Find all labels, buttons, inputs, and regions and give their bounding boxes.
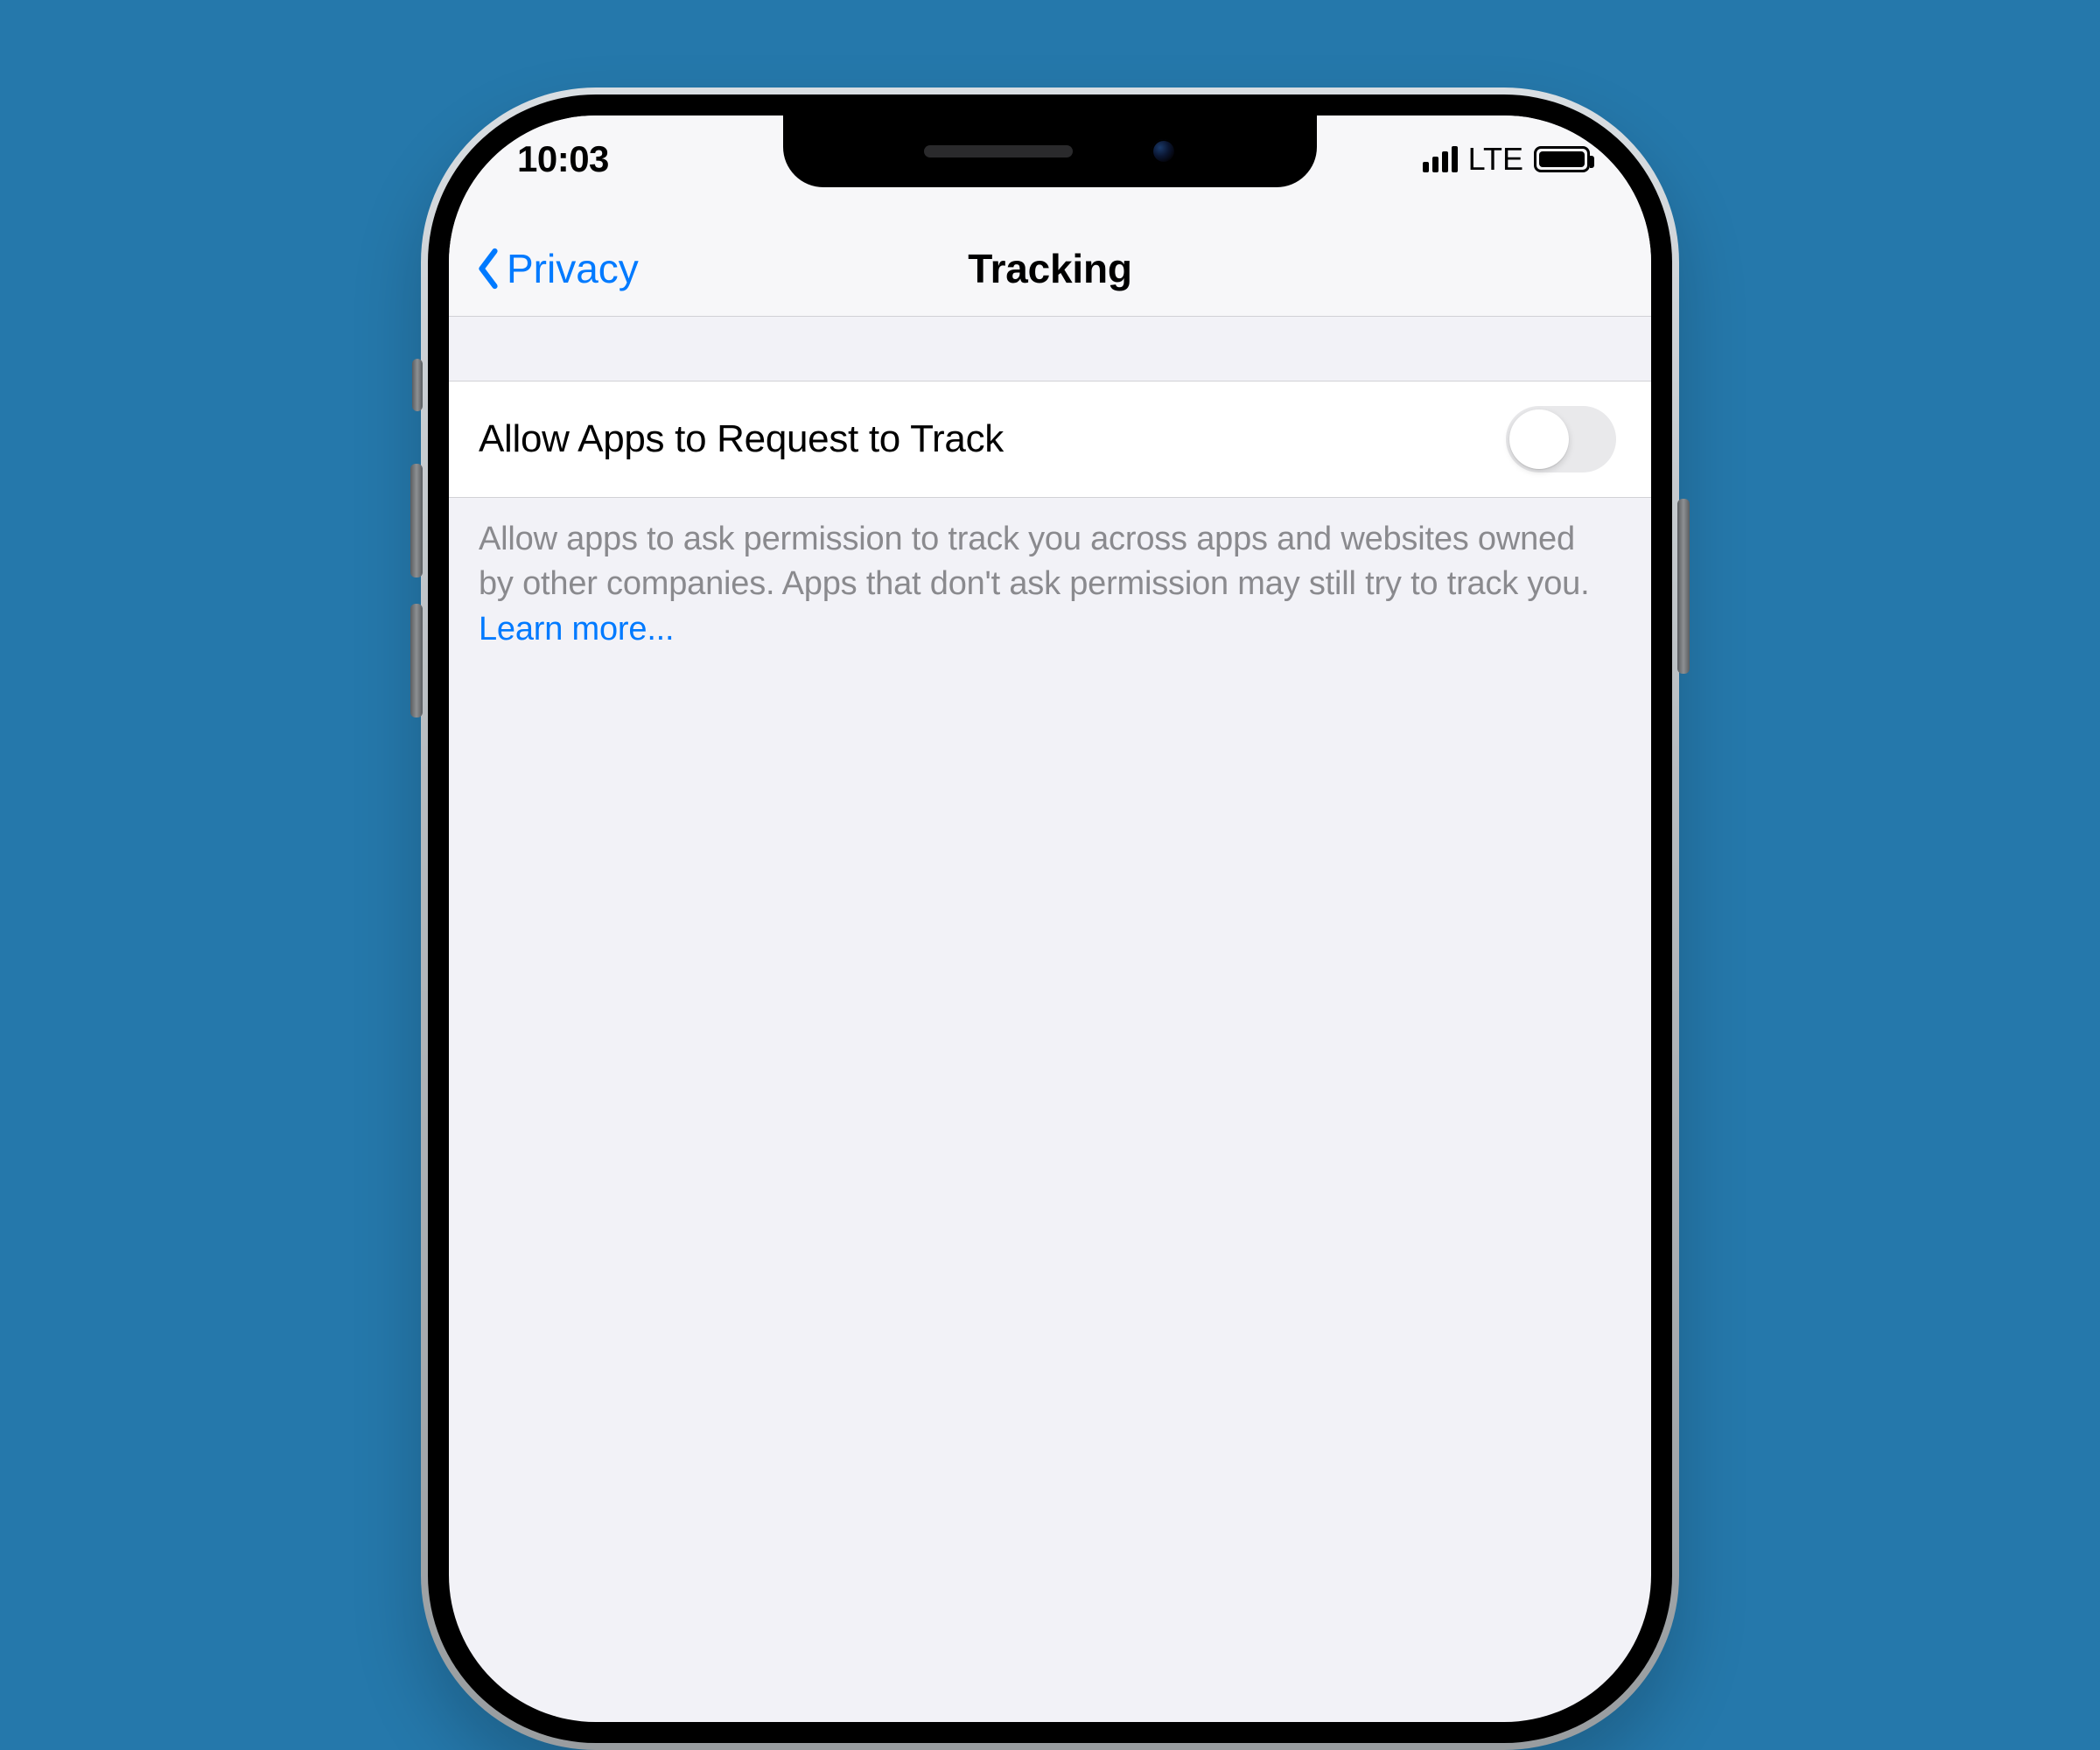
silence-switch[interactable] xyxy=(412,359,423,411)
page-title: Tracking xyxy=(968,245,1132,292)
speaker-grille xyxy=(924,145,1073,158)
back-button[interactable]: Privacy xyxy=(473,245,639,292)
allow-tracking-toggle[interactable] xyxy=(1506,406,1616,472)
nav-bar: Privacy Tracking xyxy=(449,220,1651,317)
power-button[interactable] xyxy=(1677,499,1690,674)
notch xyxy=(783,116,1317,187)
phone-frame: 10:03 LTE Privacy xyxy=(421,88,1679,1750)
allow-tracking-label: Allow Apps to Request to Track xyxy=(479,417,1004,461)
cellular-signal-icon xyxy=(1423,146,1458,172)
volume-up-button[interactable] xyxy=(410,464,423,578)
section-gap xyxy=(449,317,1651,382)
learn-more-link[interactable]: Learn more... xyxy=(479,611,674,648)
screen: 10:03 LTE Privacy xyxy=(449,116,1651,1722)
status-time: 10:03 xyxy=(517,138,609,180)
volume-down-button[interactable] xyxy=(410,604,423,718)
footer-text: Allow apps to ask permission to track yo… xyxy=(479,521,1589,602)
toggle-knob xyxy=(1509,410,1569,469)
back-label: Privacy xyxy=(507,245,639,292)
front-camera xyxy=(1152,139,1176,164)
network-type: LTE xyxy=(1468,141,1523,178)
footer-description: Allow apps to ask permission to track yo… xyxy=(449,498,1651,671)
allow-tracking-row: Allow Apps to Request to Track xyxy=(449,382,1651,498)
chevron-left-icon xyxy=(473,247,503,290)
battery-icon xyxy=(1534,146,1590,172)
